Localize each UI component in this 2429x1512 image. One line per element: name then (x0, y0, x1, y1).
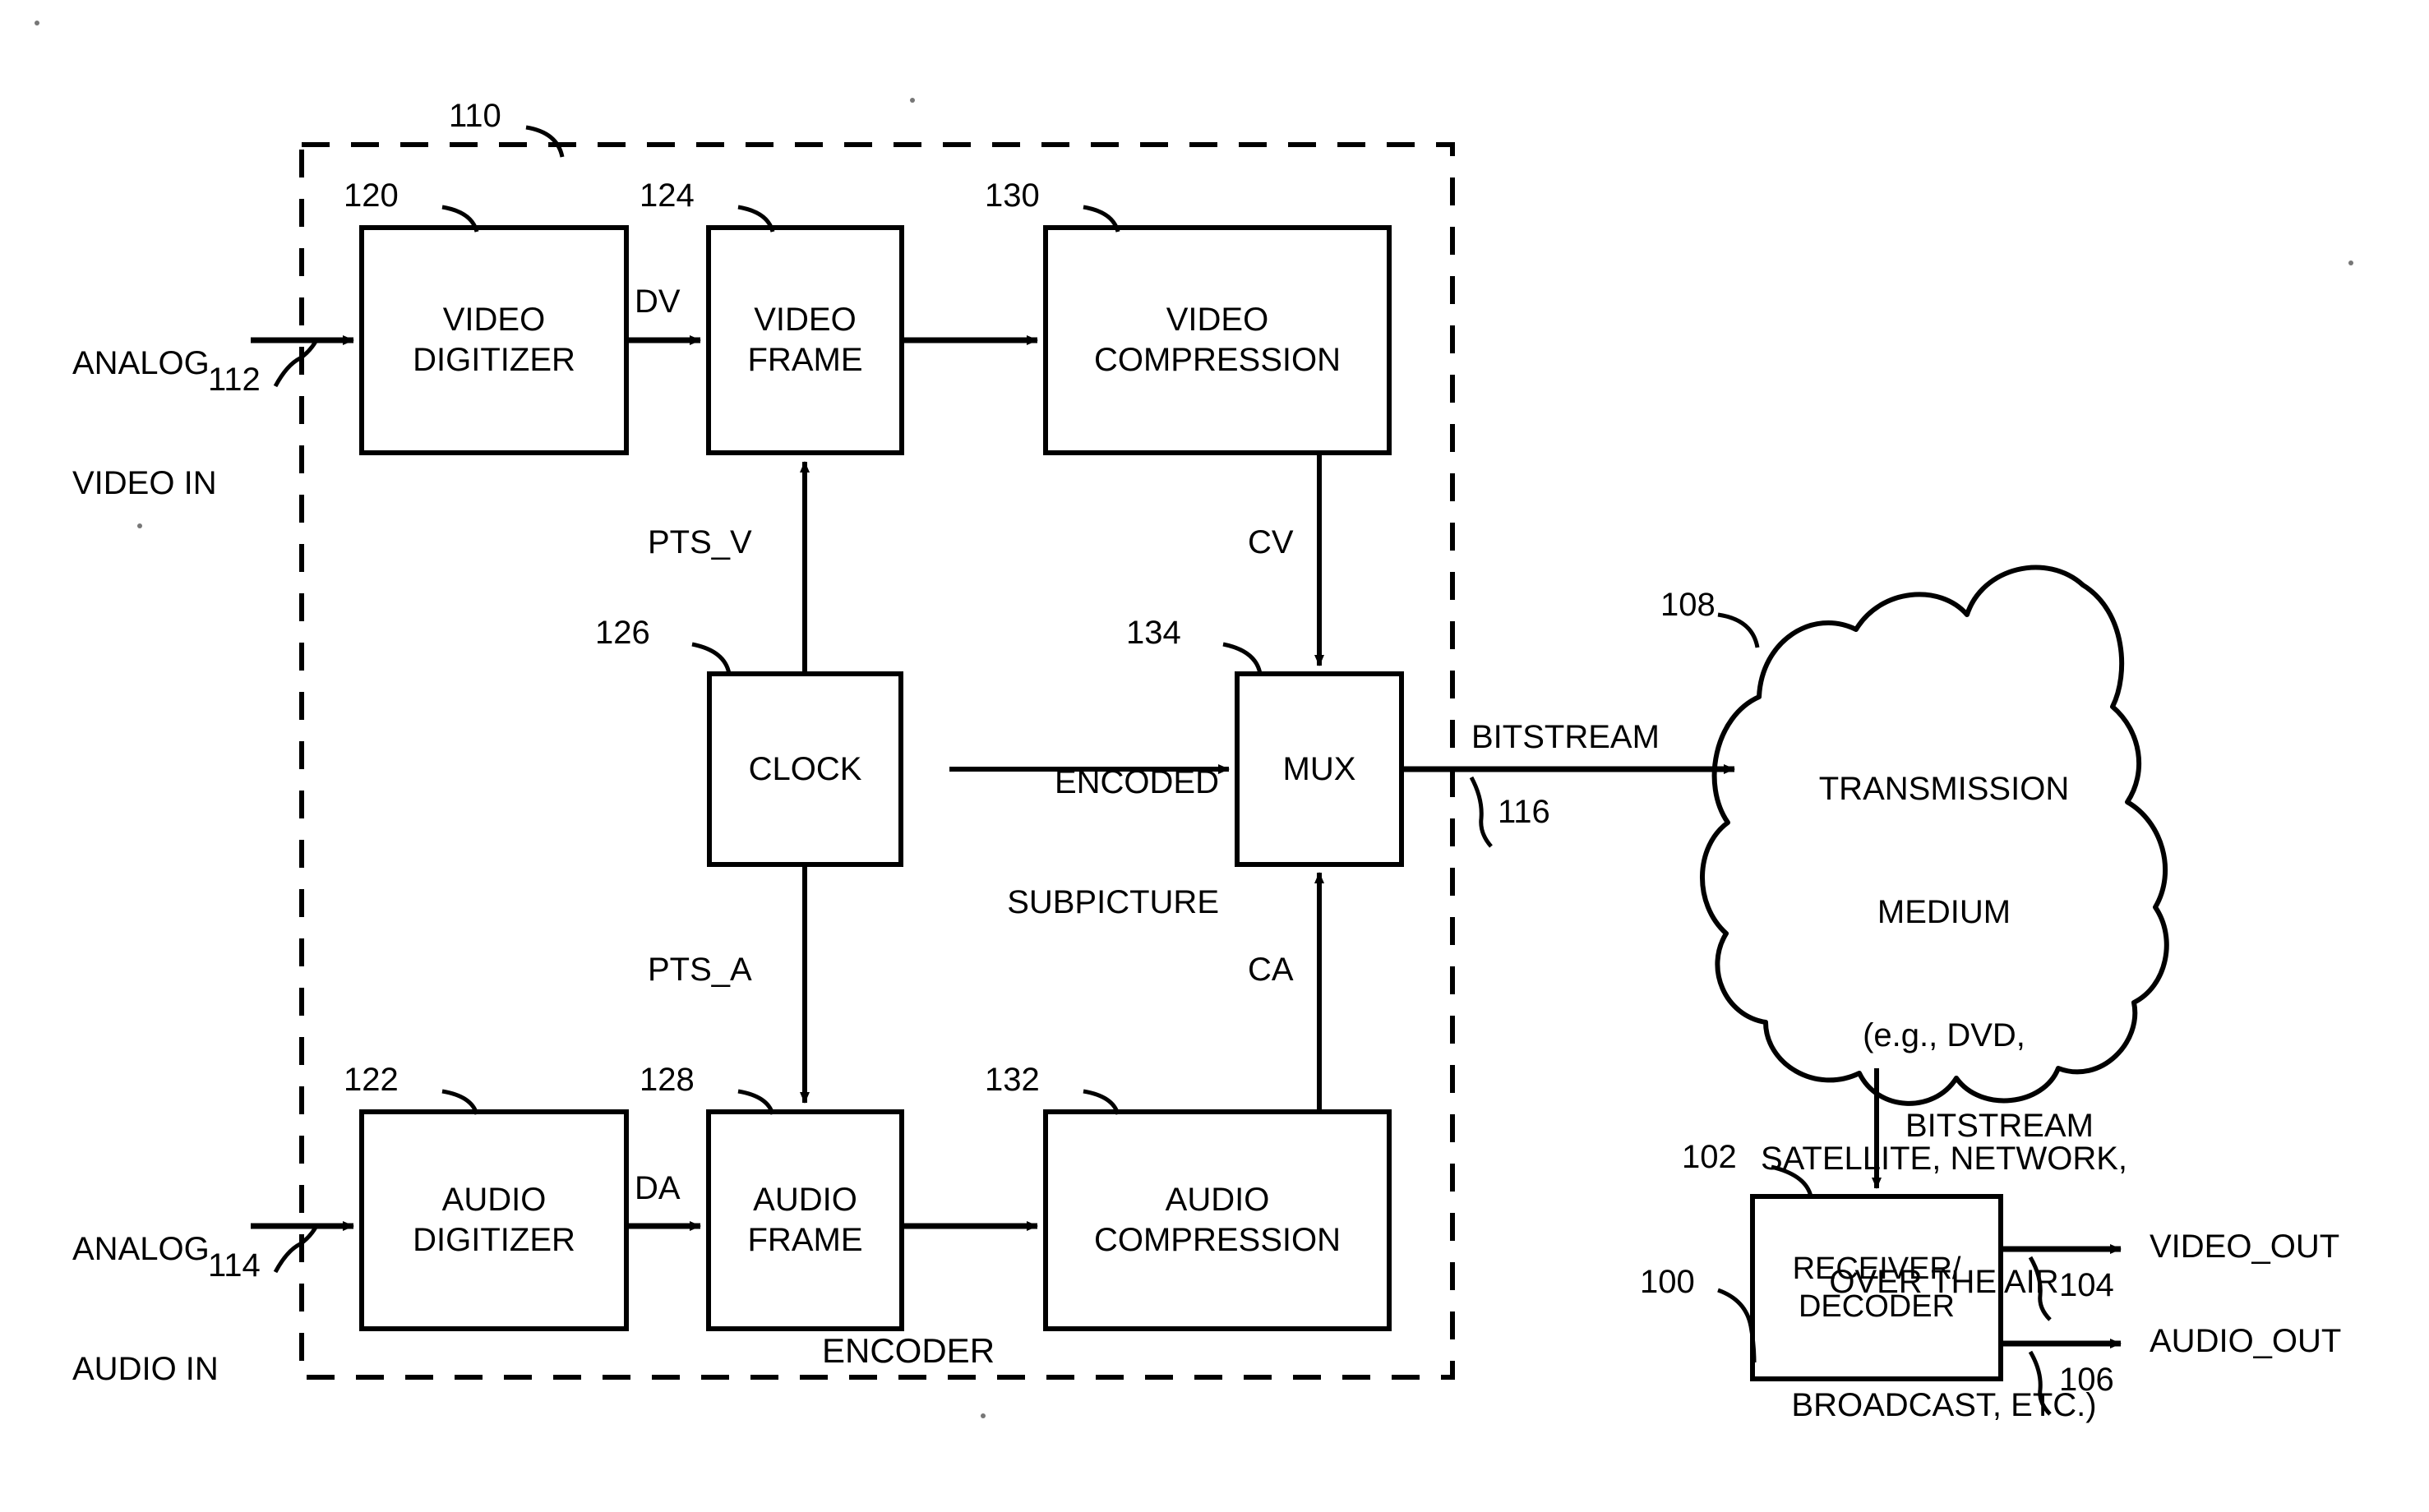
block-label-clock: CLOCK (748, 750, 862, 787)
cloud-line-5: OVER THE AIR (1829, 1264, 2059, 1300)
cloud-line-2: MEDIUM (1877, 894, 2011, 930)
cloud-line-4: SATELLITE, NETWORK, (1761, 1141, 2127, 1177)
block-label-video-frame: VIDEO FRAME (709, 228, 902, 453)
video-digitizer-line-2: DIGITIZER (413, 342, 575, 378)
audio-digitizer-line-1: AUDIO (441, 1182, 547, 1219)
label-pts-v: PTS_V (648, 524, 752, 560)
cloud-line-1: TRANSMISSION (1818, 771, 2070, 807)
video-frame-line-2: FRAME (747, 342, 863, 378)
leader-112 (273, 339, 319, 388)
audio-compression-line-2: COMPRESSION (1093, 1222, 1341, 1258)
analog-audio-in-line-1: ANALOG (72, 1230, 210, 1267)
ref-110: 110 (449, 98, 501, 134)
block-label-mux: MUX (1282, 750, 1356, 787)
leader-110 (525, 125, 565, 158)
label-encoded-subpicture: ENCODED SUBPICTURE (952, 682, 1219, 1003)
audio-compression-line-1: AUDIO (1165, 1182, 1270, 1219)
cloud-line-6: BROADCAST, ETC.) (1791, 1387, 2097, 1423)
label-bitstream-to-medium: BITSTREAM (1471, 719, 1660, 755)
analog-video-in-line-1: ANALOG (72, 344, 210, 381)
block-label-video-compression: VIDEO COMPRESSION (1046, 228, 1389, 453)
leader-126 (691, 642, 732, 675)
video-compression-line-1: VIDEO (1166, 302, 1269, 339)
audio-digitizer-line-2: DIGITIZER (413, 1222, 575, 1258)
video-digitizer-line-1: VIDEO (442, 302, 546, 339)
audio-frame-line-1: AUDIO (753, 1182, 857, 1219)
ref-108: 108 (1660, 587, 1716, 623)
label-da: DA (635, 1170, 681, 1206)
label-pts-a: PTS_A (648, 952, 752, 988)
ref-128: 128 (640, 1062, 695, 1098)
ref-124: 124 (640, 177, 695, 214)
ref-126: 126 (595, 615, 650, 651)
block-label-audio-compression: AUDIO COMPRESSION (1046, 1112, 1389, 1329)
audio-frame-line-2: FRAME (747, 1222, 863, 1258)
patent-figure-canvas: 110 120 124 130 126 134 122 128 132 108 … (0, 0, 2429, 1512)
video-frame-line-1: VIDEO (754, 302, 857, 339)
ref-134: 134 (1126, 615, 1181, 651)
ref-120: 120 (344, 177, 399, 214)
cloud-text-transmission-medium: TRANSMISSION MEDIUM (e.g., DVD, SATELLIT… (1726, 686, 2162, 1508)
cloud-line-3: (e.g., DVD, (1863, 1017, 2025, 1053)
ref-122: 122 (344, 1062, 399, 1098)
leader-114 (273, 1224, 319, 1274)
video-compression-line-2: COMPRESSION (1093, 342, 1341, 378)
encoded-subpicture-line-2: SUBPICTURE (1007, 883, 1219, 920)
label-video-out: VIDEO_OUT (2150, 1228, 2340, 1265)
leader-134 (1222, 642, 1263, 675)
label-analog-video-in: ANALOG VIDEO IN (72, 263, 217, 583)
leader-108 (1717, 612, 1760, 648)
label-audio-out: AUDIO_OUT (2150, 1323, 2342, 1359)
block-label-audio-digitizer: AUDIO DIGITIZER (362, 1112, 626, 1329)
analog-video-in-line-2: VIDEO IN (72, 464, 217, 501)
label-analog-audio-in: ANALOG AUDIO IN (72, 1149, 219, 1469)
analog-audio-in-line-2: AUDIO IN (72, 1350, 219, 1387)
block-label-audio-frame: AUDIO FRAME (709, 1112, 902, 1329)
label-dv: DV (635, 284, 681, 320)
encoded-subpicture-line-1: ENCODED (1054, 763, 1219, 800)
ref-116: 116 (1498, 794, 1550, 830)
ref-132: 132 (985, 1062, 1040, 1098)
leader-116 (1469, 776, 1493, 848)
label-cv: CV (1248, 524, 1294, 560)
ref-130: 130 (985, 177, 1040, 214)
label-encoder-group: ENCODER (822, 1331, 995, 1370)
label-ca: CA (1248, 952, 1294, 988)
block-label-video-digitizer: VIDEO DIGITIZER (362, 228, 626, 453)
ref-100: 100 (1640, 1264, 1695, 1300)
